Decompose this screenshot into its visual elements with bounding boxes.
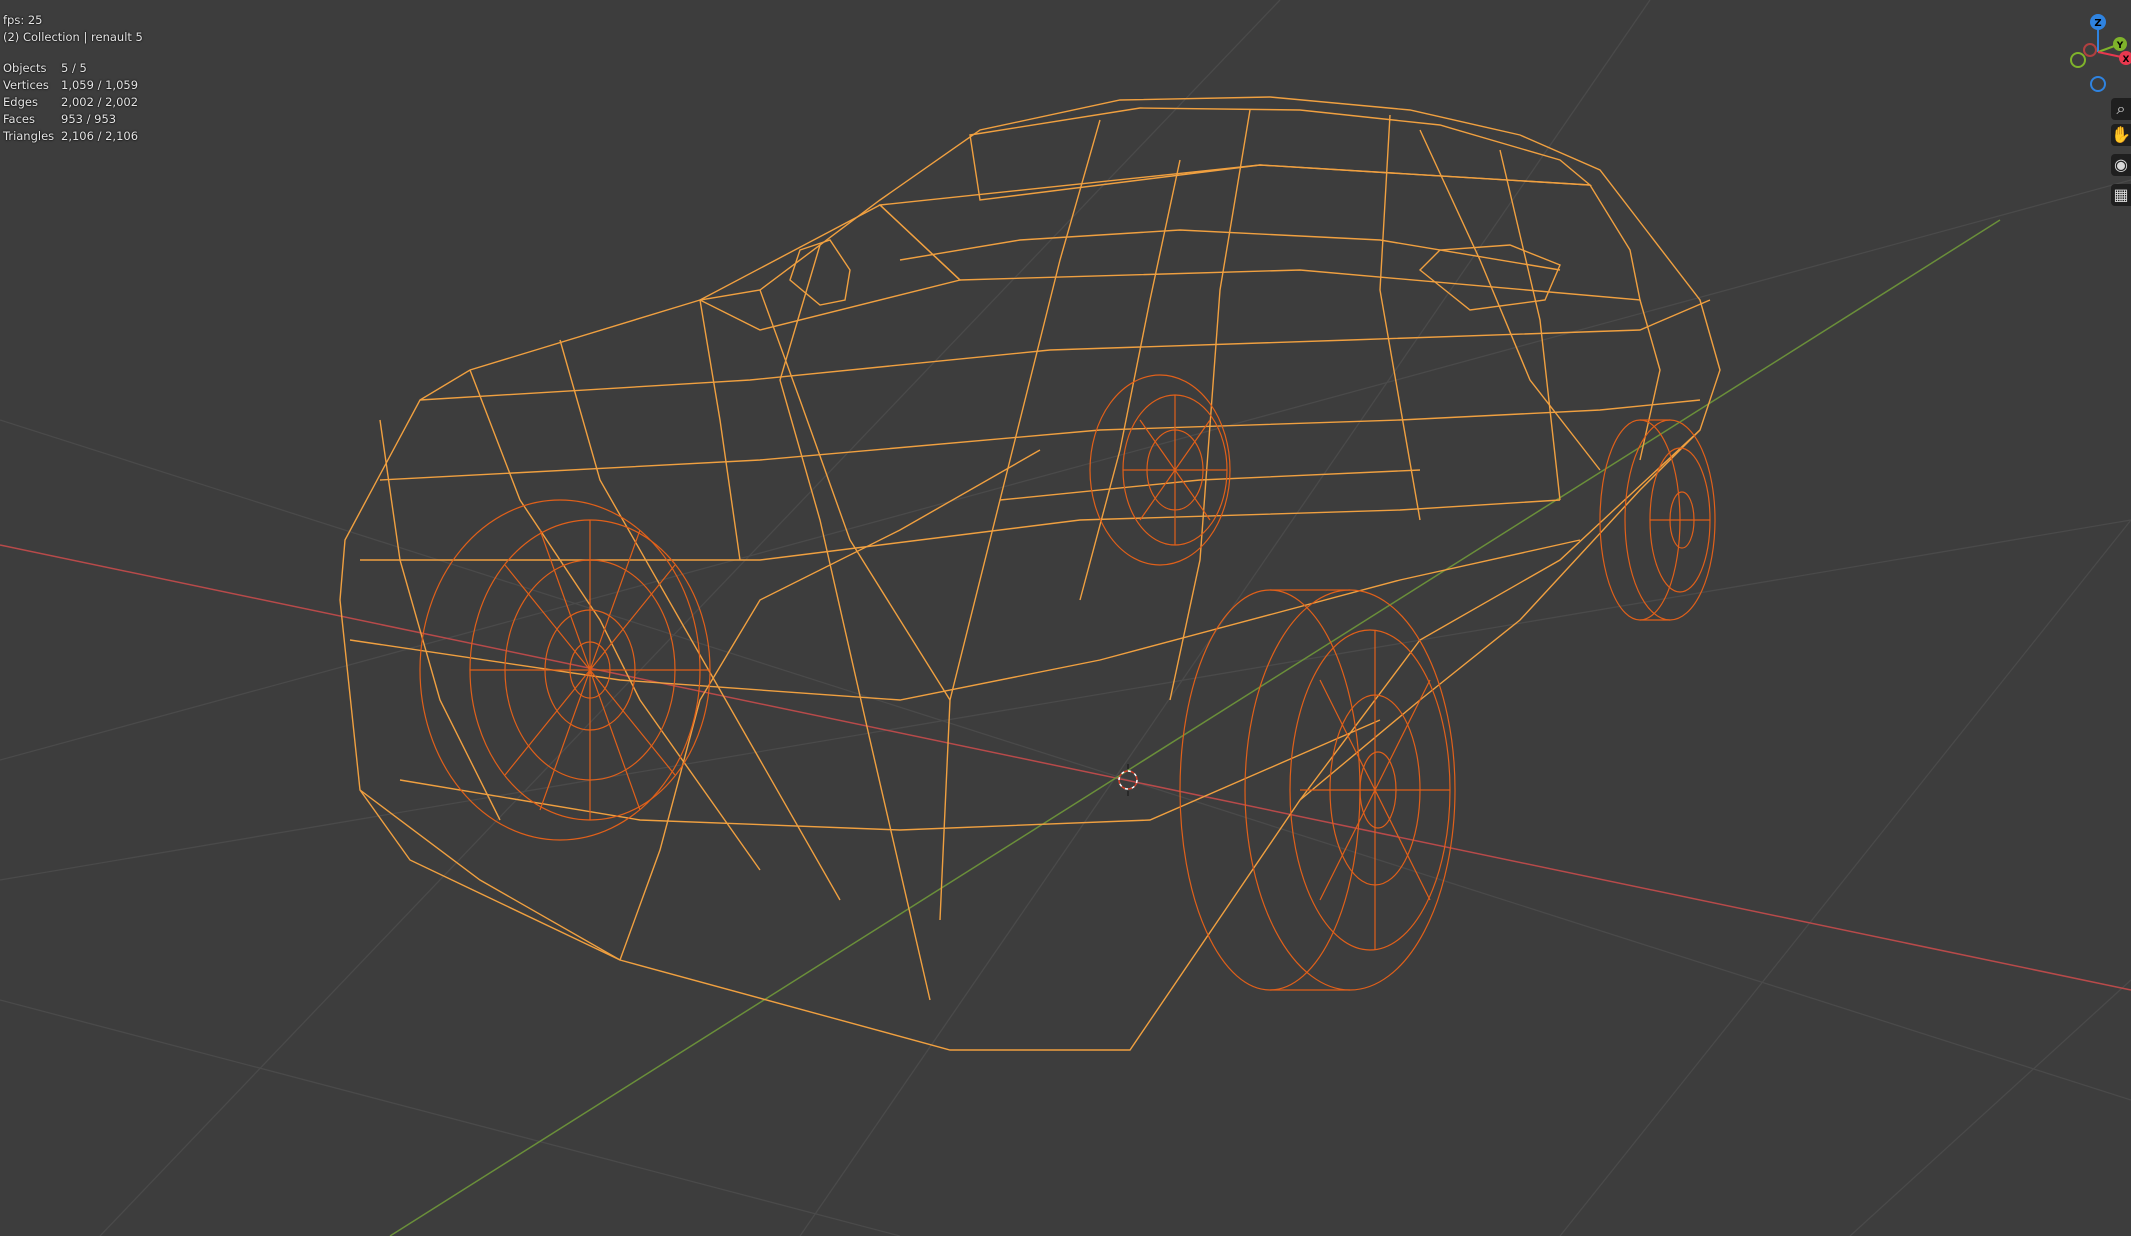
x-axis-line	[0, 544, 2131, 991]
wheel-rear-right[interactable]	[1599, 419, 1716, 621]
stat-row: Edges 2,002 / 2,002	[3, 94, 138, 111]
y-axis-line	[389, 219, 2001, 1236]
stat-label: Faces	[3, 112, 35, 126]
stat-value: 2,002 / 2,002	[61, 95, 139, 109]
stat-value: 1,059 / 1,059	[61, 78, 139, 92]
stat-label: Edges	[3, 95, 38, 109]
zoom-icon[interactable]: ⌕	[2111, 98, 2131, 120]
wheel-rear-left[interactable]	[1089, 374, 1231, 566]
stat-value: 953 / 953	[61, 112, 117, 126]
stat-row: Objects 5 / 5	[3, 60, 138, 77]
stat-value: 2,106 / 2,106	[61, 129, 139, 143]
stat-label: Vertices	[3, 78, 49, 92]
viewport-statistics-overlay: fps: 25 (2) Collection | renault 5 Objec…	[3, 12, 143, 145]
pan-hand-icon[interactable]: ✋	[2111, 124, 2131, 146]
viewport-navigation-bar: ⌕ ✋ ◉ ▦	[2061, 12, 2131, 232]
3d-viewport[interactable]: Z Y X fps: 25 (2) Collection | renault 5…	[0, 0, 2131, 1236]
fps-readout: fps: 25	[3, 13, 43, 27]
car-body-wireframe[interactable]	[339, 96, 1721, 1051]
stat-row: Faces 953 / 953	[3, 111, 138, 128]
stat-row: Triangles 2,106 / 2,106	[3, 128, 138, 145]
grid-ortho-icon[interactable]: ▦	[2111, 184, 2131, 206]
active-collection-label: (2) Collection | renault 5	[3, 30, 143, 44]
stat-value: 5 / 5	[61, 61, 87, 75]
stat-label: Objects	[3, 61, 47, 75]
wheel-front-left[interactable]	[419, 499, 711, 841]
scene-statistics-table: Objects 5 / 5 Vertices 1,059 / 1,059 Edges…	[3, 60, 138, 145]
stat-label: Triangles	[3, 129, 55, 143]
camera-icon[interactable]: ◉	[2111, 154, 2131, 176]
stat-row: Vertices 1,059 / 1,059	[3, 77, 138, 94]
wireframe-scene[interactable]: Z Y X	[0, 0, 2131, 1236]
